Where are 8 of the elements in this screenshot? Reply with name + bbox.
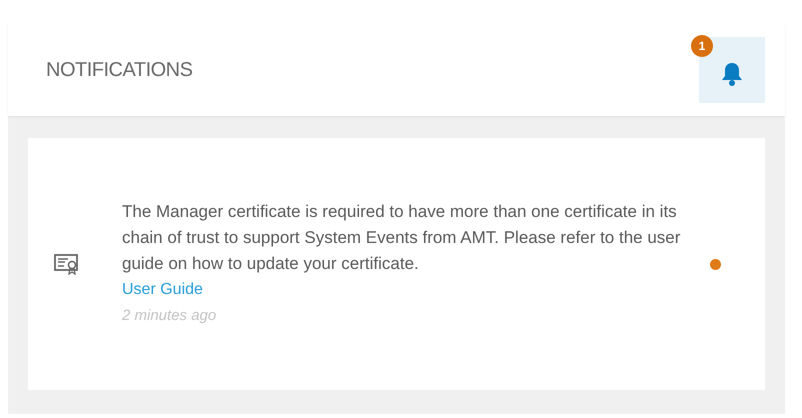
timestamp: 2 minutes ago xyxy=(122,306,216,326)
panel-title: NOTIFICATIONS xyxy=(46,58,192,83)
count-badge: 1 xyxy=(691,35,713,57)
notifications-button[interactable] xyxy=(699,37,765,103)
user-guide-link[interactable]: User Guide xyxy=(122,277,203,303)
notification-message: The Manager certificate is required to have more than one certificate in its chain of trust to support System Events from AMT. Please refer to the user guide on how to update your certificate. xyxy=(122,201,682,275)
bell-icon xyxy=(721,61,743,87)
certificate-icon xyxy=(54,253,80,275)
